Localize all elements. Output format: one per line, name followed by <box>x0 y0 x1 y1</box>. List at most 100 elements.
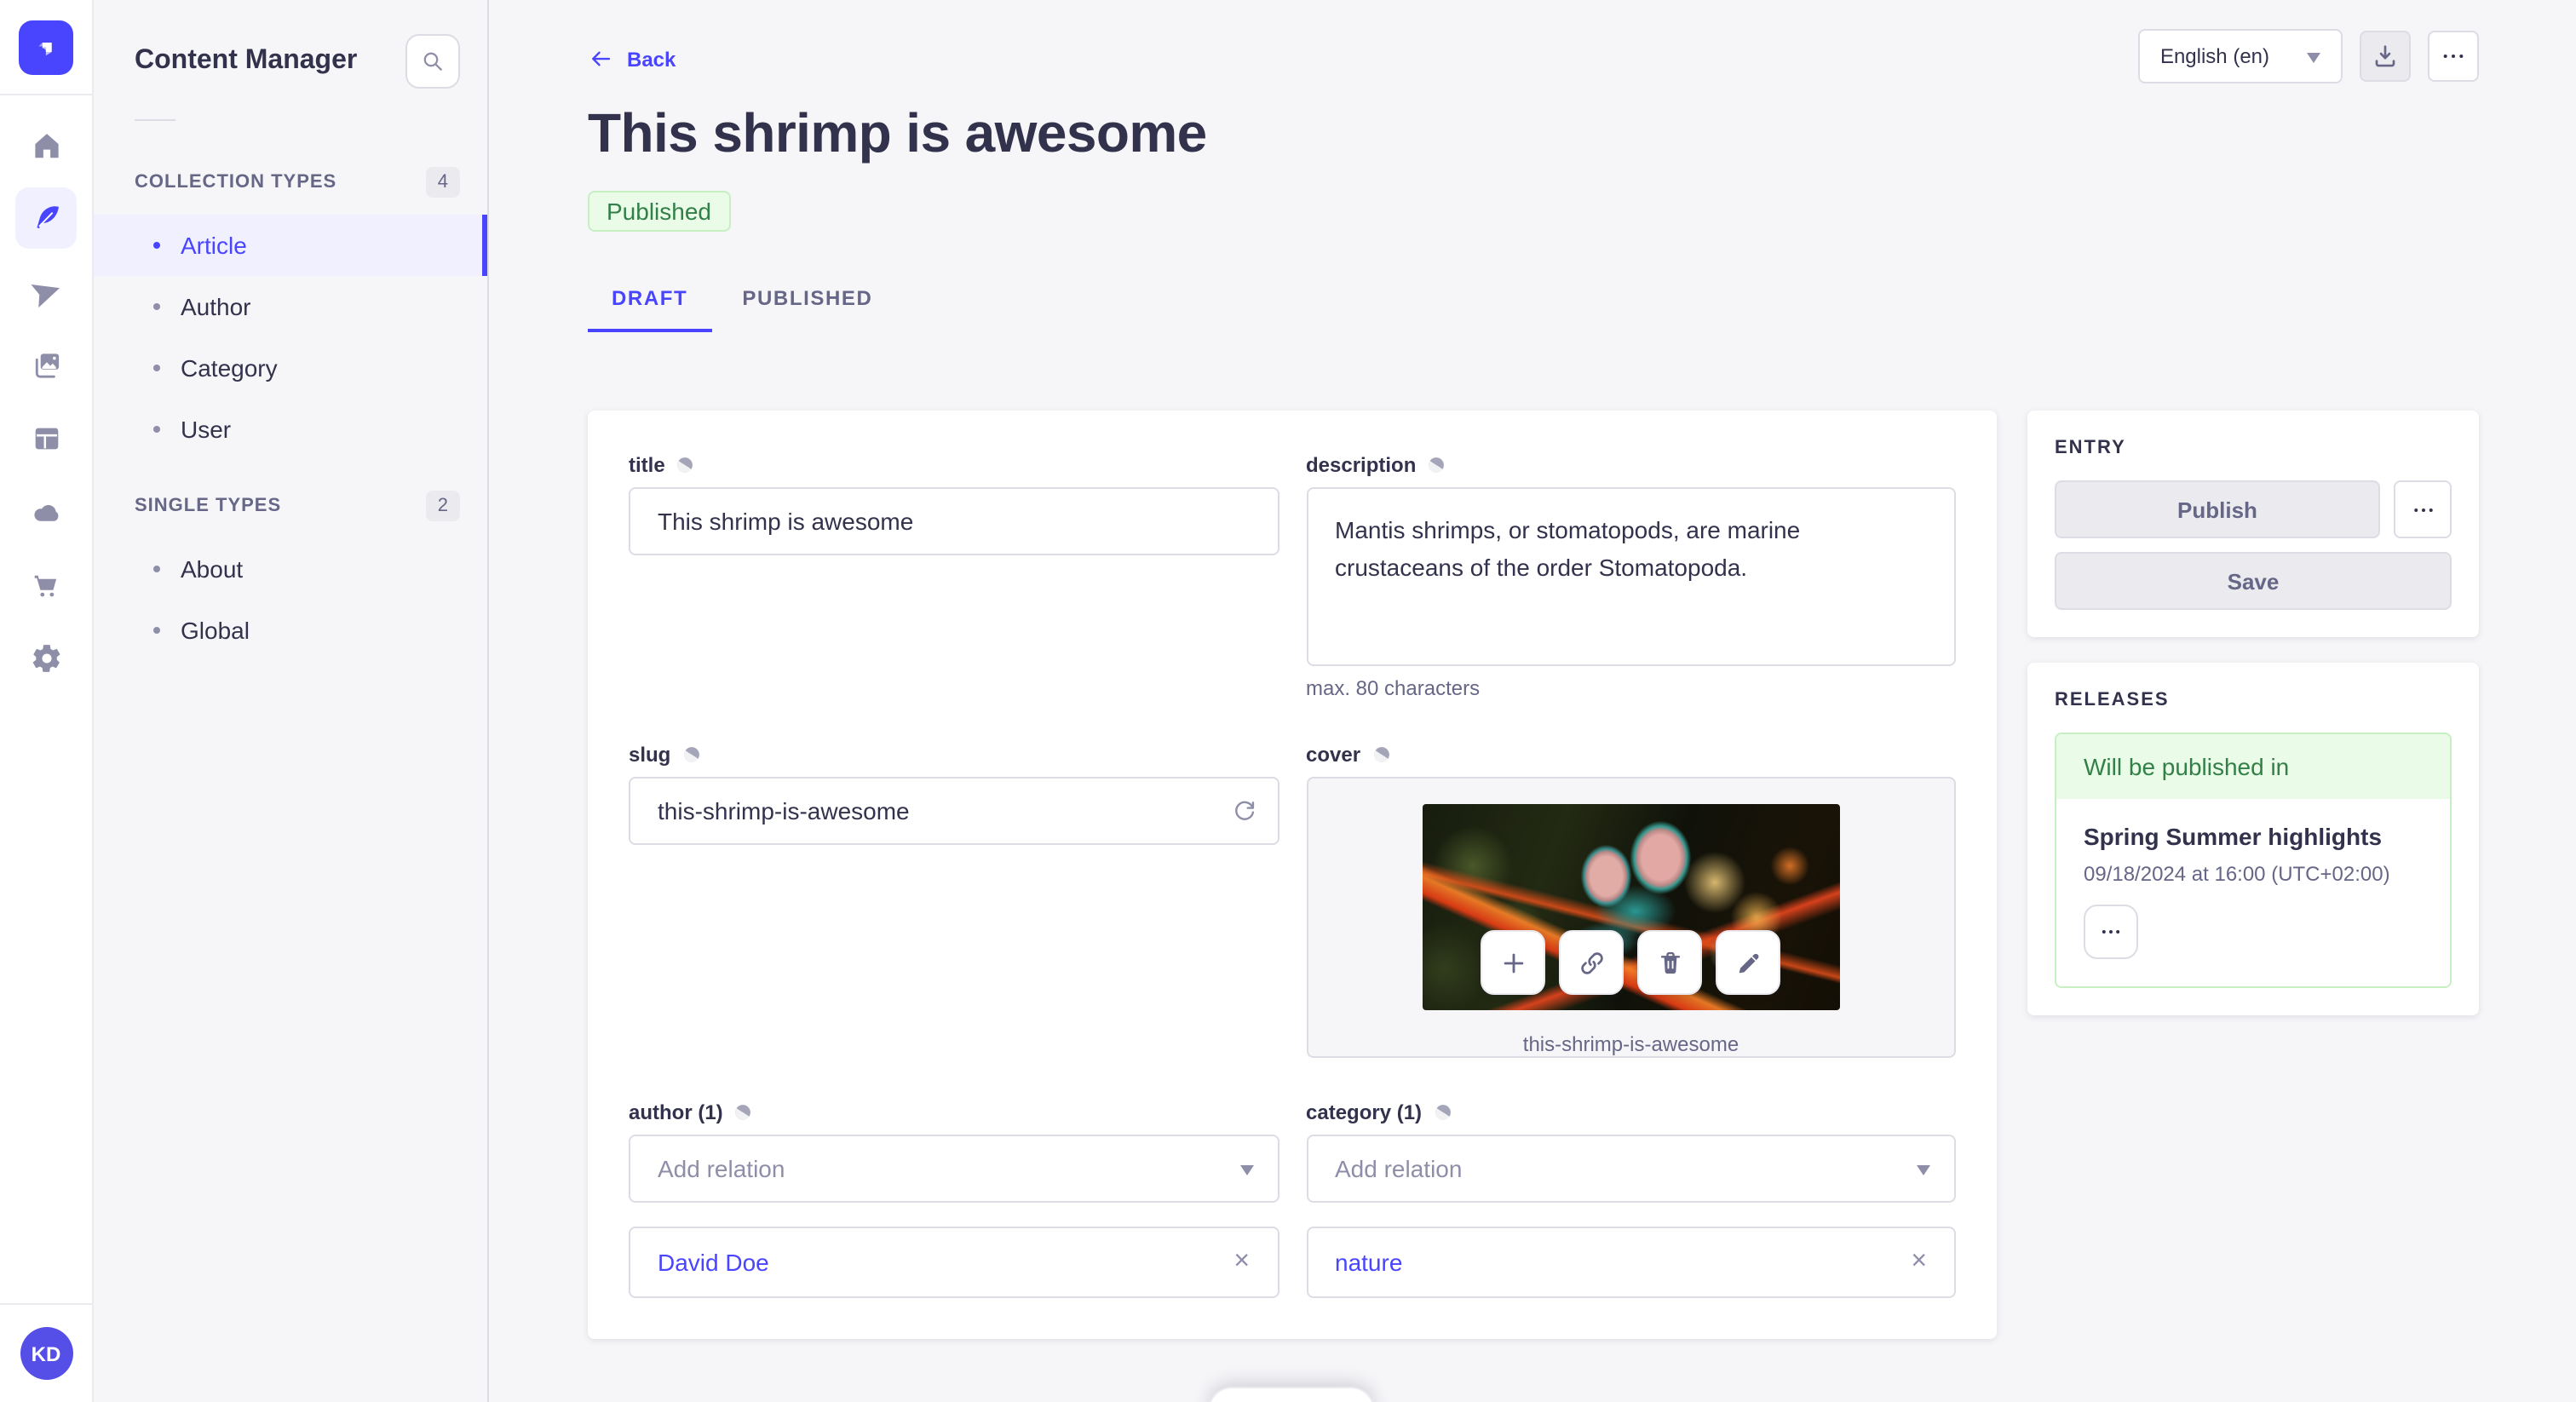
user-avatar[interactable]: KD <box>20 1327 72 1380</box>
sidebar-item-label: Global <box>181 617 250 644</box>
sidebar-title: Content Manager <box>135 46 358 75</box>
description-textarea[interactable]: Mantis shrimps, or stomatopods, are mari… <box>1306 487 1956 666</box>
status-badge: Published <box>588 191 730 232</box>
sidebar-item-category[interactable]: Category <box>94 337 487 399</box>
copy-link-button[interactable] <box>1559 930 1624 995</box>
remove-relation-icon[interactable]: × <box>1230 1248 1253 1276</box>
delete-media-button[interactable] <box>1637 930 1703 995</box>
author-relation-combobox[interactable]: Add relation <box>629 1135 1279 1203</box>
field-cover-label: cover <box>1306 741 1956 768</box>
back-label: Back <box>627 47 676 71</box>
publish-button[interactable]: Publish <box>2055 480 2380 538</box>
main-area: Back English (en) This shrimp is awesome… <box>489 0 2576 1402</box>
sidebar-item-label: User <box>181 416 232 443</box>
home-icon[interactable] <box>15 114 77 175</box>
combobox-placeholder: Add relation <box>1335 1155 1463 1182</box>
locale-select[interactable]: English (en) <box>2137 29 2343 83</box>
save-button[interactable]: Save <box>2055 552 2452 610</box>
i18n-globe-icon <box>683 747 699 762</box>
strapi-admin-app: KD Content Manager COLLECTION TYPES 4 Ar… <box>0 0 2576 1402</box>
sidebar-item-global[interactable]: Global <box>94 600 487 661</box>
collection-types-list: Article Author Category User <box>94 215 487 460</box>
field-description-label: description <box>1306 451 1956 479</box>
sidebar-item-user[interactable]: User <box>94 399 487 460</box>
edit-form-card: title description Mantis shrimps, or sto… <box>588 411 1997 1339</box>
section-label: SINGLE TYPES <box>135 496 282 516</box>
bullet-icon <box>153 242 160 249</box>
title-input[interactable] <box>629 487 1279 555</box>
edit-media-button[interactable] <box>1716 930 1781 995</box>
release-date: 09/18/2024 at 16:00 (UTC+02:00) <box>2084 862 2390 886</box>
content-manager-sidebar: Content Manager COLLECTION TYPES 4 Artic… <box>94 0 489 1402</box>
strapi-logo-icon <box>19 20 73 74</box>
author-relation-item: David Doe × <box>629 1227 1279 1298</box>
arrow-left-icon <box>592 51 611 66</box>
label-text: slug <box>629 743 671 767</box>
sidebar-item-label: Category <box>181 354 278 382</box>
entry-more-button[interactable] <box>2394 480 2452 538</box>
releases-panel: RELEASES Will be published in Spring Sum… <box>2027 663 2479 1015</box>
floating-widget-pill[interactable] <box>1208 1387 1375 1402</box>
regenerate-slug-button[interactable] <box>1229 796 1258 825</box>
bullet-icon <box>153 426 160 433</box>
field-slug-label: slug <box>629 741 1279 768</box>
field-category: category (1) Add relation nature × <box>1306 1099 1956 1298</box>
pencil-icon <box>1739 952 1758 973</box>
remove-relation-icon[interactable]: × <box>1907 1248 1930 1276</box>
bullet-icon <box>153 303 160 310</box>
combobox-placeholder: Add relation <box>658 1155 785 1182</box>
label-text: cover <box>1306 743 1361 767</box>
field-cover: cover this-shrimp-is-awesome <box>1306 741 1956 1058</box>
label-text: description <box>1306 453 1417 477</box>
download-button[interactable] <box>2360 31 2411 82</box>
rail-bottom: KD <box>0 1303 92 1402</box>
plus-icon <box>1504 952 1523 973</box>
rail-nav <box>15 114 77 688</box>
tab-draft[interactable]: DRAFT <box>588 283 712 332</box>
refresh-icon <box>1234 801 1254 820</box>
relation-link[interactable]: nature <box>1335 1249 1402 1276</box>
section-count-badge: 4 <box>425 167 460 198</box>
sidebar-item-label: About <box>181 555 244 583</box>
i18n-globe-icon <box>1373 747 1389 762</box>
bullet-icon <box>153 365 160 371</box>
search-button[interactable] <box>405 34 460 89</box>
i18n-globe-icon <box>1435 1105 1450 1120</box>
cover-image-mantis-shrimp <box>1422 804 1840 1010</box>
cover-media-card: this-shrimp-is-awesome <box>1306 777 1956 1058</box>
sidebar-item-about[interactable]: About <box>94 538 487 600</box>
chevron-down-icon <box>1239 1164 1253 1181</box>
media-library-images-icon[interactable] <box>15 334 77 395</box>
add-media-button[interactable] <box>1481 930 1546 995</box>
release-more-button[interactable] <box>2084 905 2138 959</box>
field-title-label: title <box>629 451 1279 479</box>
bullet-icon <box>153 627 160 634</box>
tab-published[interactable]: PUBLISHED <box>718 283 896 332</box>
logo-area <box>0 0 92 95</box>
i18n-globe-icon <box>735 1105 751 1120</box>
ellipsis-icon <box>2102 930 2120 934</box>
marketplace-cart-icon[interactable] <box>15 554 77 615</box>
trash-icon <box>1660 951 1680 974</box>
releases-paper-plane-icon[interactable] <box>15 261 77 322</box>
cloud-icon[interactable] <box>15 480 77 542</box>
single-types-list: About Global <box>94 538 487 661</box>
sidebar-item-article[interactable]: Article <box>94 215 487 276</box>
relation-link[interactable]: David Doe <box>658 1249 769 1276</box>
sidebar-item-author[interactable]: Author <box>94 276 487 337</box>
content-type-builder-layout-icon[interactable] <box>15 407 77 468</box>
back-link[interactable]: Back <box>588 46 676 72</box>
content-manager-feather-icon[interactable] <box>15 187 77 249</box>
label-text: title <box>629 453 665 477</box>
sidebar-item-label: Author <box>181 293 251 320</box>
more-options-button[interactable] <box>2428 31 2479 82</box>
release-status: Will be published in <box>2056 734 2450 799</box>
category-relation-combobox[interactable]: Add relation <box>1306 1135 1956 1203</box>
settings-gear-icon[interactable] <box>15 627 77 688</box>
description-hint: max. 80 characters <box>1306 676 1481 700</box>
slug-input[interactable] <box>629 777 1279 845</box>
chevron-down-icon <box>2307 52 2320 69</box>
sidebar-divider <box>135 119 175 121</box>
i18n-globe-icon <box>677 457 693 473</box>
locale-value: English (en) <box>2159 44 2269 68</box>
